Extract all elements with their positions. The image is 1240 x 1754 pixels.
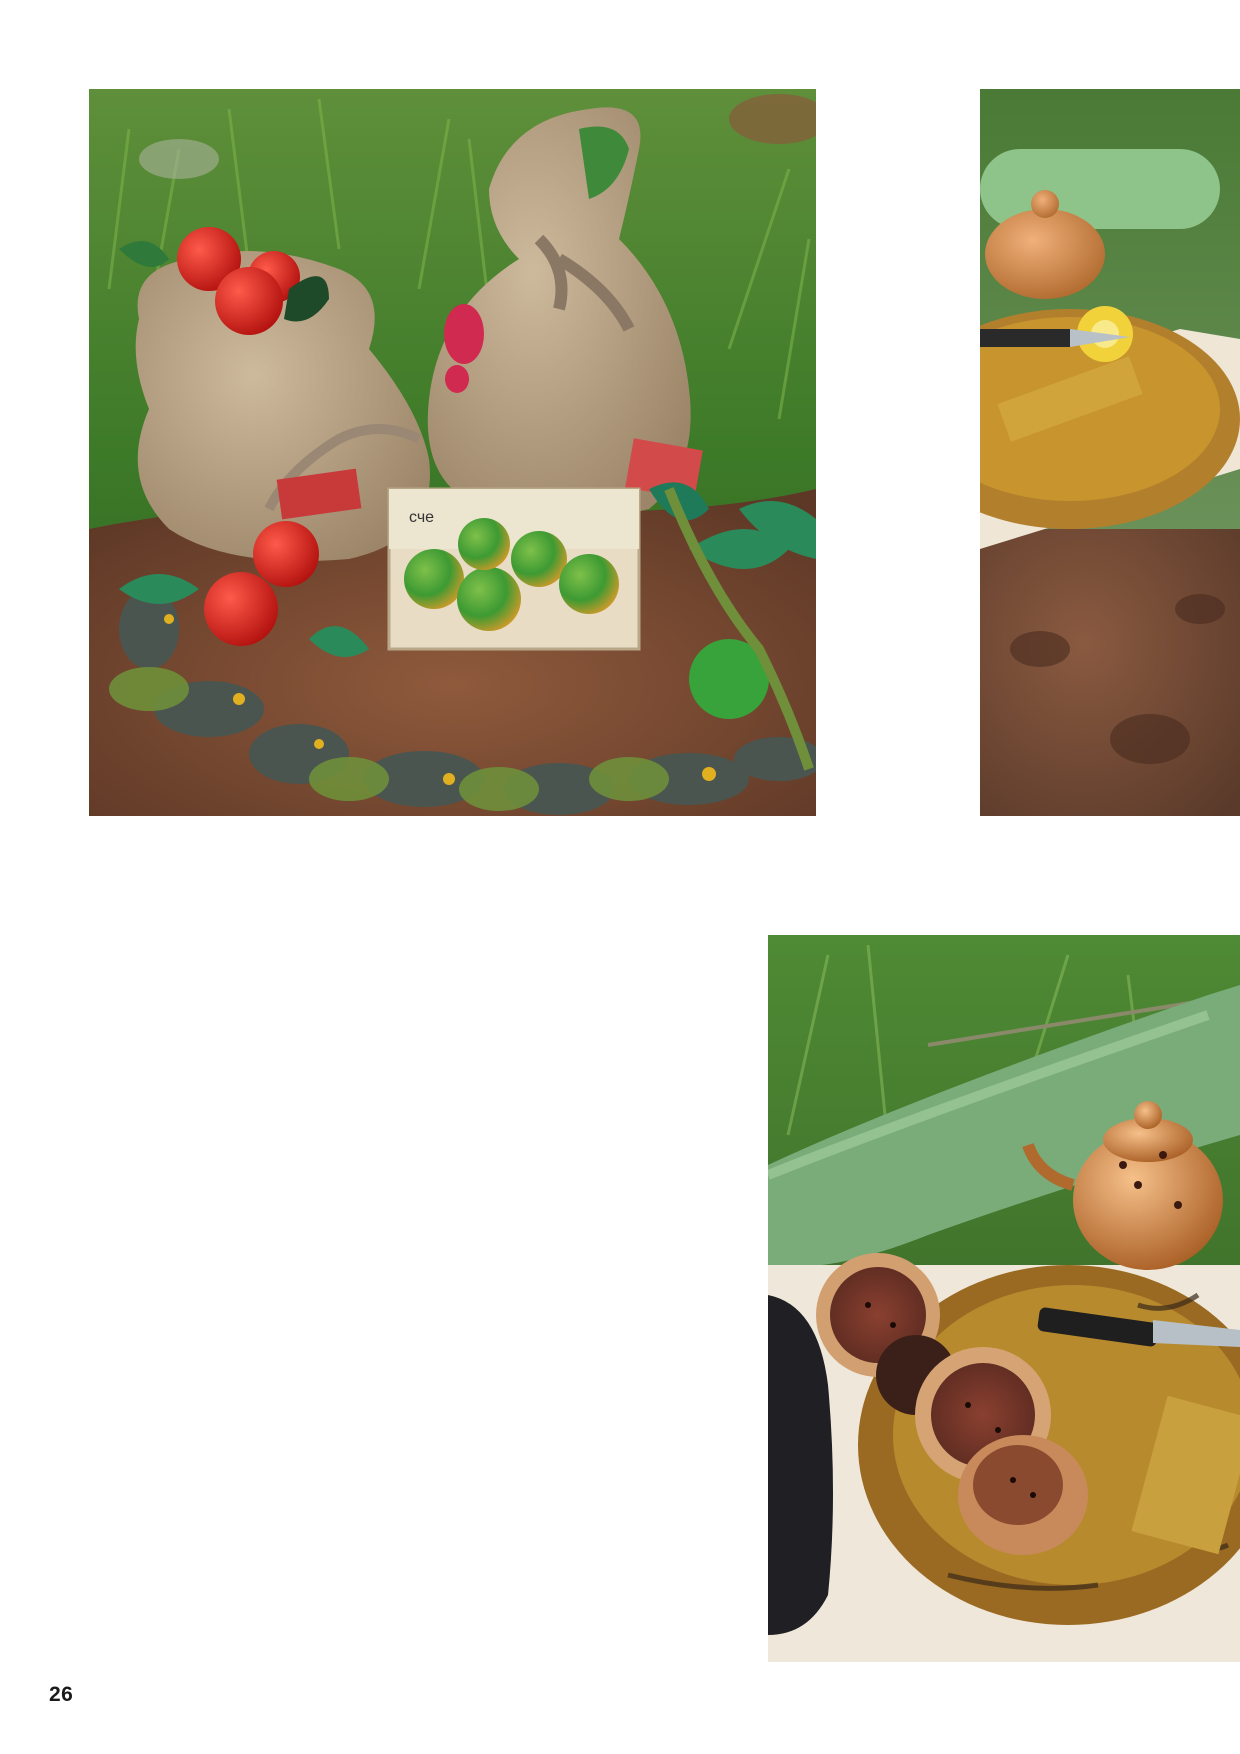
apple-sacks-illustration: сче bbox=[89, 89, 816, 816]
teapot-cups-illustration bbox=[768, 935, 1240, 1662]
page-number: 26 bbox=[49, 1683, 74, 1706]
photo-teapot-cups bbox=[768, 935, 1240, 1662]
photo-teapot-tray-top bbox=[980, 89, 1240, 816]
teapot-tray-illustration bbox=[980, 89, 1240, 816]
crate-text: сче bbox=[409, 509, 434, 526]
photo-apple-sacks: сче bbox=[89, 89, 816, 816]
